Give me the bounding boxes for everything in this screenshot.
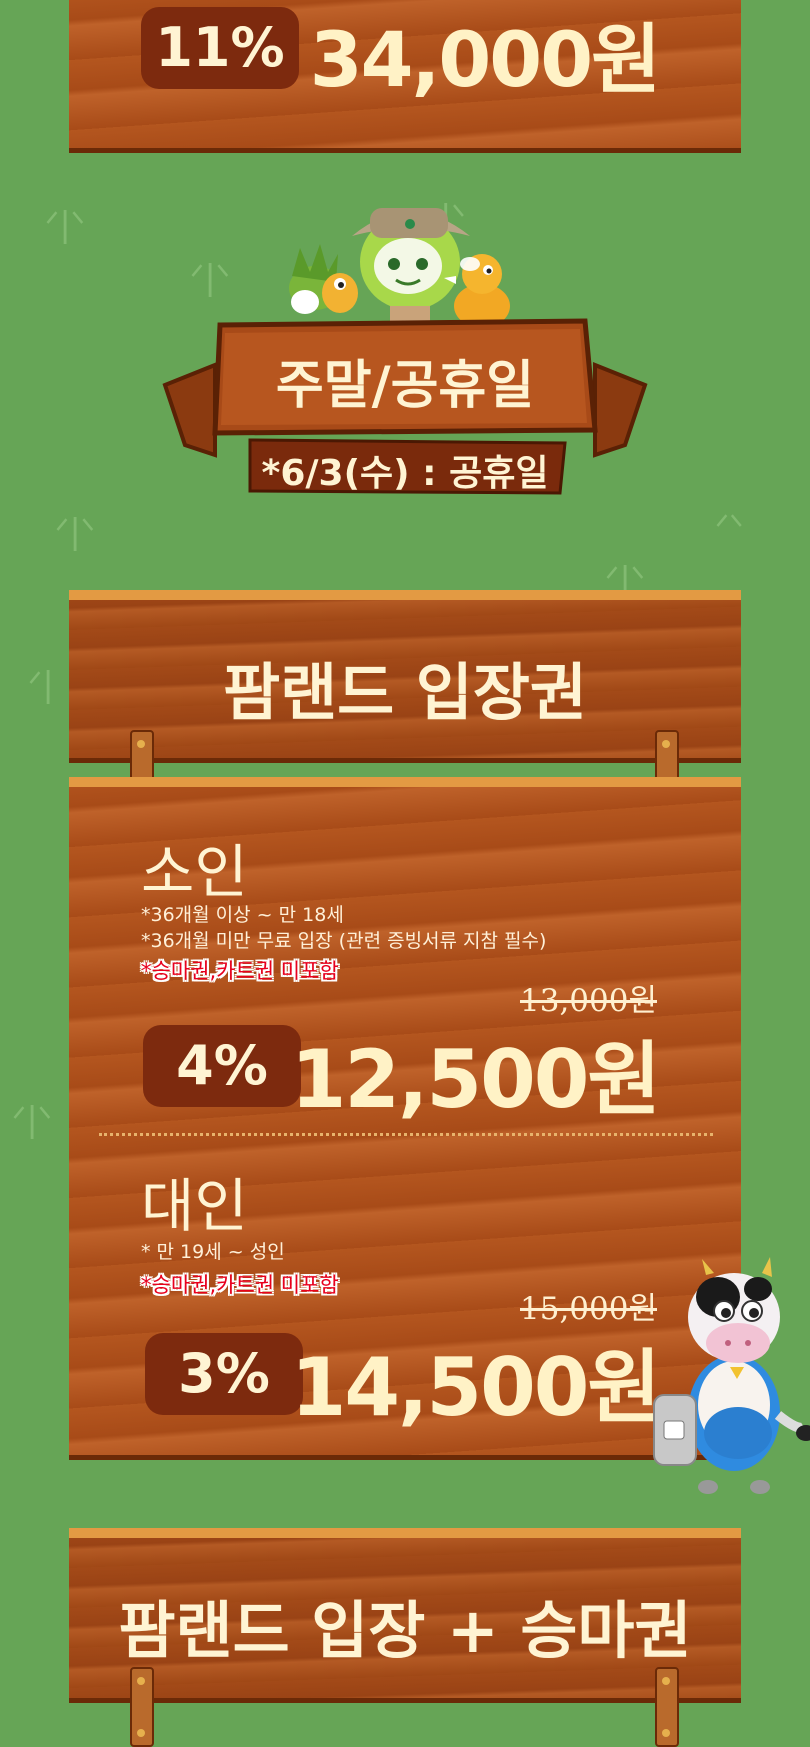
grass-icon: ᐟ|ᐠ	[55, 512, 96, 552]
weekend-title: 주말/공휴일	[275, 356, 535, 416]
section1-header-plank: 팜랜드 입장권	[69, 590, 741, 758]
grass-icon: ᐟ|	[28, 665, 54, 705]
grass-icon: ᐟ|ᐠ	[190, 258, 231, 298]
peg-left	[130, 1667, 154, 1747]
cow-mascot	[653, 1257, 810, 1494]
section1-price-board: 소인 *36개월 이상 ~ 만 18세 *36개월 미만 무료 입장 (관련 증…	[69, 777, 741, 1455]
adult-original-price: 15,000원	[520, 1291, 657, 1327]
adult-warning: *승마권,카트권 미포함	[141, 1273, 339, 1297]
child-note-free: *36개월 미만 무료 입장 (관련 증빙서류 지참 필수)	[141, 930, 547, 952]
discount-badge: 11%	[141, 7, 299, 89]
child-discount-badge: 4%	[143, 1025, 301, 1107]
grass-icon: ᐟᐠ	[715, 508, 744, 548]
adult-label: 대인	[141, 1172, 248, 1240]
child-note-age: *36개월 이상 ~ 만 18세	[141, 904, 344, 926]
child-price: 12,500원	[290, 1033, 661, 1126]
child-warning: *승마권,카트권 미포함	[141, 959, 339, 983]
character-group	[289, 208, 510, 328]
grass-icon: ᐟ|ᐠ	[45, 205, 86, 245]
section1-title: 팜랜드 입장권	[223, 656, 587, 729]
peg-right	[655, 1667, 679, 1747]
child-label: 소인	[141, 838, 248, 906]
child-original-price: 13,000원	[520, 983, 657, 1019]
weekend-note: *6/3(수) : 공휴일	[261, 453, 549, 494]
adult-price: 14,500원	[290, 1341, 661, 1434]
top-price-board: 11% 34,000원	[69, 0, 741, 148]
section2-header-plank: 팜랜드 입장 + 승마권	[69, 1528, 741, 1698]
section2-title: 팜랜드 입장 + 승마권	[118, 1594, 692, 1667]
price-text: 34,000원	[309, 15, 661, 104]
divider	[99, 1133, 713, 1136]
grass-icon: ᐟ|ᐠ	[12, 1100, 53, 1140]
adult-note-age: * 만 19세 ~ 성인	[141, 1241, 285, 1263]
